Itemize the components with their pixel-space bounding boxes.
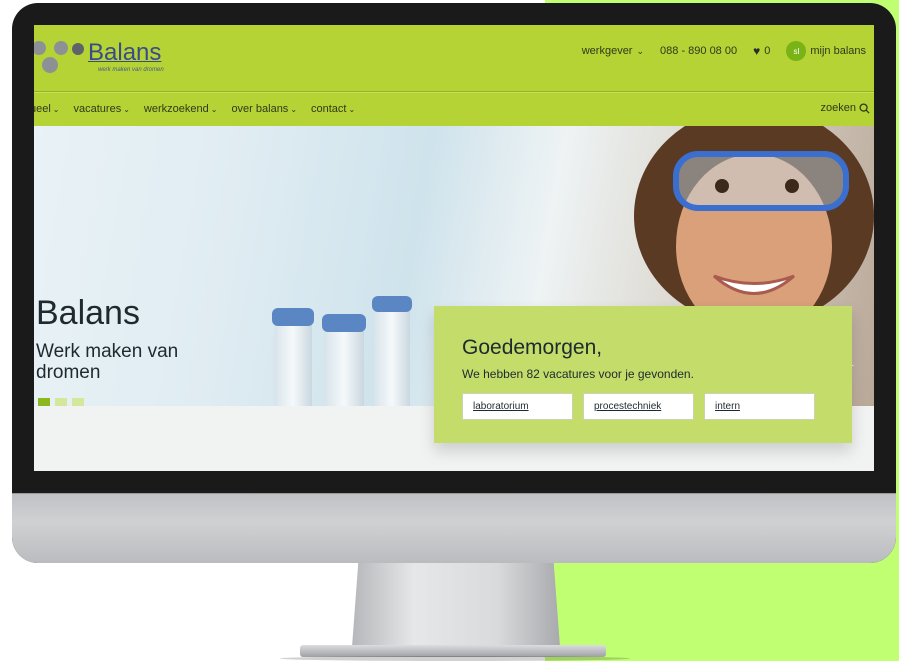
vial xyxy=(324,322,364,416)
vial-cap xyxy=(372,296,412,312)
nav-item-ueel[interactable]: ueel⌄ xyxy=(34,103,60,115)
logo-dot xyxy=(72,43,84,55)
chevron-down-icon: ⌄ xyxy=(290,105,298,114)
search-icon xyxy=(859,102,870,114)
welcome-card: Goedemorgen, We hebben 82 vacatures voor… xyxy=(434,306,852,443)
chevron-down-icon: ⌄ xyxy=(636,45,645,56)
tag-list: laboratorium procestechniek intern xyxy=(462,393,815,420)
hero-subtitle: Werk maken van dromen xyxy=(36,341,179,383)
nav-item-over-balans[interactable]: over balans ⌄ xyxy=(231,103,297,115)
favorites-count: 0 xyxy=(764,45,771,57)
tag-intern[interactable]: intern xyxy=(704,393,815,420)
nav-item-werkzoekend[interactable]: werkzoekend ⌄ xyxy=(144,103,218,115)
vial-cap xyxy=(322,314,366,332)
logo-dot xyxy=(42,57,58,73)
logo-dot xyxy=(54,41,68,55)
monitor-screen: Balans werk maken van dromen werkgever ⌄… xyxy=(34,25,874,471)
vial-cap xyxy=(272,308,314,326)
main-nav: ueel⌄ vacatures⌄ werkzoekend⌄ over balan… xyxy=(34,92,874,127)
search-label: zoeken xyxy=(820,102,856,114)
nav-item-label: over balans xyxy=(231,103,289,115)
tag-laboratorium[interactable]: laboratorium xyxy=(462,393,573,420)
nav-item-vacatures[interactable]: vacatures ⌄ xyxy=(74,103,130,115)
monitor-chin xyxy=(12,493,896,563)
account-button[interactable]: sl mijn balans xyxy=(786,41,866,61)
logo-tagline: werk maken van dromen xyxy=(98,67,164,73)
nav-item-label: contact xyxy=(311,103,347,115)
vacancy-count-text: We hebben 82 vacatures voor je gevonden. xyxy=(462,367,694,381)
favorites-button[interactable]: ♥ 0 xyxy=(753,44,770,58)
search-button[interactable]: zoeken xyxy=(821,102,870,114)
logo-dot xyxy=(34,41,46,55)
chevron-down-icon: ⌄ xyxy=(210,105,218,114)
phone-link[interactable]: 088 - 890 08 00 xyxy=(660,45,737,57)
hero-title: Balans xyxy=(36,294,140,332)
logo-title: Balans xyxy=(88,39,162,66)
nav-item-label: vacatures xyxy=(73,103,122,115)
employer-label: werkgever xyxy=(581,45,633,57)
monitor-stand xyxy=(352,563,560,647)
account-label: mijn balans xyxy=(810,45,866,57)
chevron-down-icon: ⌄ xyxy=(123,105,130,114)
site-header: Balans werk maken van dromen werkgever ⌄… xyxy=(34,25,874,92)
avatar: sl xyxy=(786,41,807,61)
heart-icon: ♥ xyxy=(753,44,761,58)
logo[interactable]: Balans werk maken van dromen xyxy=(34,33,168,83)
nav-item-contact[interactable]: contact ⌄ xyxy=(311,103,355,115)
lab-vials-image xyxy=(254,296,414,416)
tag-procestechniek[interactable]: procestechniek xyxy=(583,393,694,420)
monitor-frame: Balans werk maken van dromen werkgever ⌄… xyxy=(12,3,896,563)
nav-item-label: werkzoekend xyxy=(143,103,209,115)
vial xyxy=(274,316,312,416)
monitor-shadow xyxy=(280,656,630,661)
phone-number: 088 - 890 08 00 xyxy=(660,45,738,57)
nav-item-label: ueel xyxy=(34,103,51,115)
greeting-title: Goedemorgen, xyxy=(462,336,603,359)
chevron-down-icon: ⌄ xyxy=(348,105,356,114)
chevron-down-icon: ⌄ xyxy=(52,105,60,114)
top-bar: werkgever ⌄ 088 - 890 08 00 ♥ 0 sl mijn … xyxy=(582,41,866,61)
employer-menu[interactable]: werkgever ⌄ xyxy=(582,45,644,57)
vial xyxy=(374,304,410,416)
